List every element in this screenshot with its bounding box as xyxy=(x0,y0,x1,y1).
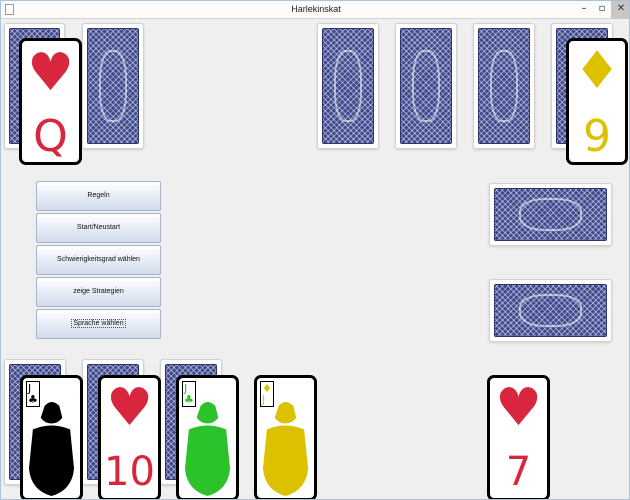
jack-figure-icon xyxy=(184,401,231,497)
card-rank: 10 xyxy=(104,449,155,495)
rules-button[interactable]: Regeln xyxy=(36,181,161,211)
hand-card-jack-diamonds-yellow[interactable]: ♦ J xyxy=(254,375,317,499)
difficulty-button[interactable]: Schwierigkeitsgrad wählen xyxy=(36,245,161,275)
title-bar: Harlekinskat – ▫ ✕ xyxy=(1,1,629,19)
heart-icon: ♥ xyxy=(27,43,74,103)
heart-icon: ♥ xyxy=(106,378,153,438)
hand-card-jack-clubs-green[interactable]: J ♣ xyxy=(176,375,239,499)
language-button[interactable]: Sprache wählen xyxy=(36,309,161,339)
jack-figure-icon xyxy=(262,401,309,497)
skat-card-back xyxy=(489,279,612,342)
card-back xyxy=(82,23,144,149)
maximize-button[interactable]: ▫ xyxy=(593,1,611,19)
strategies-button[interactable]: zeige Strategien xyxy=(36,277,161,307)
card-nine-diamonds[interactable]: ♦ 9 xyxy=(566,38,628,165)
close-button[interactable]: ✕ xyxy=(611,1,629,19)
card-back xyxy=(317,23,379,149)
hand-card-ten-hearts[interactable]: ♥ 10 xyxy=(98,375,161,499)
played-card-seven-hearts: ♥ 7 xyxy=(487,375,550,499)
card-back xyxy=(473,23,535,149)
diamond-icon: ♦ xyxy=(573,41,621,101)
card-rank: Q xyxy=(33,111,68,162)
card-queen-hearts[interactable]: ♥ Q xyxy=(19,38,82,165)
start-button[interactable]: Start/Neustart xyxy=(36,213,161,243)
heart-icon: ♥ xyxy=(495,378,542,438)
skat-card-back xyxy=(489,183,612,246)
jack-figure-icon xyxy=(28,401,75,497)
card-back xyxy=(395,23,457,149)
window-title: Harlekinskat xyxy=(291,4,341,14)
card-rank: 9 xyxy=(583,111,611,162)
game-window: Harlekinskat – ▫ ✕ ♥ Q ♦ 9 Regeln Start/… xyxy=(0,0,630,500)
language-button-label: Sprache wählen xyxy=(71,319,126,328)
minimize-button[interactable]: – xyxy=(575,1,593,19)
hand-card-jack-clubs-black[interactable]: J ♣ xyxy=(20,375,83,499)
card-rank: 7 xyxy=(505,449,532,495)
